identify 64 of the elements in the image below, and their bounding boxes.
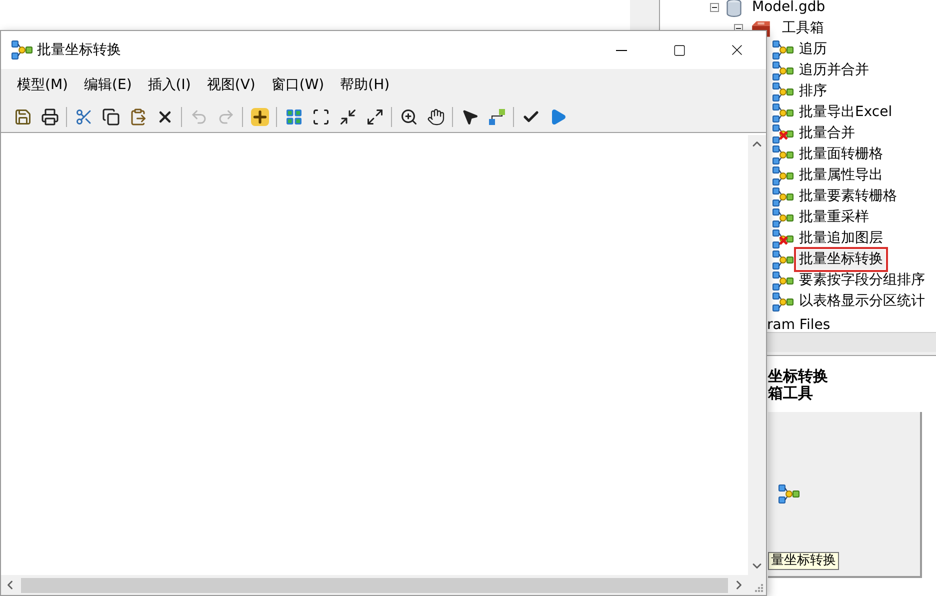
preview-title: 箱工具 bbox=[768, 385, 814, 402]
menu-item[interactable]: 窗口(W) bbox=[263, 74, 332, 96]
model-icon bbox=[772, 250, 794, 270]
tree-item[interactable]: 批量重采样 bbox=[797, 208, 871, 227]
menu-item[interactable]: 编辑(E) bbox=[76, 74, 140, 96]
model-icon bbox=[772, 186, 794, 206]
redo-icon bbox=[216, 108, 234, 126]
menu-item[interactable]: 视图(V) bbox=[198, 74, 264, 96]
paste-icon bbox=[128, 108, 146, 126]
model-icon bbox=[772, 270, 794, 290]
arrows-out-icon bbox=[366, 108, 384, 126]
pointer-icon bbox=[460, 108, 478, 126]
collapse-icon[interactable] bbox=[710, 3, 719, 12]
cut-icon bbox=[74, 108, 92, 126]
model-icon bbox=[772, 82, 794, 102]
tree-item[interactable]: Model.gdb bbox=[750, 0, 828, 17]
model-icon bbox=[772, 208, 794, 228]
tooltip: 量坐标转换 bbox=[768, 552, 839, 570]
tree-item[interactable]: 追历并合并 bbox=[797, 61, 871, 80]
scrollbar[interactable] bbox=[766, 332, 936, 352]
tree-item[interactable]: 工具箱 bbox=[780, 19, 826, 38]
hand-icon bbox=[426, 108, 444, 126]
model-error-icon bbox=[772, 228, 794, 248]
tree-item[interactable]: ram Files bbox=[767, 317, 830, 332]
tree-item[interactable]: 追历 bbox=[797, 40, 829, 59]
tree-item[interactable]: 批量属性导出 bbox=[797, 166, 885, 185]
tree-item[interactable]: 批量坐标转换 bbox=[797, 250, 885, 269]
grid-icon bbox=[284, 108, 302, 126]
model-icon bbox=[772, 166, 794, 186]
full-extent-icon bbox=[312, 108, 330, 126]
connect-icon bbox=[488, 108, 506, 126]
model-icon bbox=[772, 102, 794, 122]
model-icon bbox=[772, 60, 794, 80]
model-icon bbox=[11, 40, 33, 60]
menu-item[interactable]: 帮助(H) bbox=[332, 74, 398, 96]
model-icon bbox=[778, 484, 800, 504]
save-icon bbox=[14, 108, 32, 126]
copy-icon bbox=[102, 108, 120, 126]
model-icon bbox=[772, 40, 794, 60]
zoom-in-icon bbox=[400, 108, 418, 126]
window-title: 批量坐标转换 bbox=[37, 40, 121, 60]
tree-item[interactable]: 排序 bbox=[797, 82, 829, 101]
add-data-icon bbox=[250, 108, 268, 126]
vertical-scrollbar[interactable] bbox=[748, 135, 766, 575]
tree-item[interactable]: 以表格显示分区统计 bbox=[797, 292, 927, 311]
model-error-icon bbox=[772, 124, 794, 144]
tree-item[interactable]: 批量追加图层 bbox=[797, 229, 885, 248]
model-icon bbox=[772, 144, 794, 164]
maximize-icon bbox=[672, 44, 686, 56]
menu-item[interactable]: 模型(M) bbox=[9, 74, 76, 96]
tree-item[interactable]: 批量合并 bbox=[797, 124, 857, 143]
tree-item[interactable]: 批量要素转栅格 bbox=[797, 187, 899, 206]
undo-icon bbox=[190, 108, 208, 126]
resize-grip-icon[interactable] bbox=[754, 583, 764, 593]
print-icon bbox=[40, 108, 58, 126]
tree-item[interactable]: 批量面转栅格 bbox=[797, 145, 885, 164]
tree-item[interactable]: 要素按字段分组排序 bbox=[797, 271, 927, 290]
arrows-in-icon bbox=[338, 108, 356, 126]
database-icon bbox=[725, 0, 743, 16]
menu-item[interactable]: 插入(I) bbox=[140, 74, 199, 96]
model-icon bbox=[772, 292, 794, 312]
preview-title: 坐标转换 bbox=[768, 368, 829, 385]
tree-item[interactable]: 批量导出Excel bbox=[797, 103, 894, 122]
horizontal-scrollbar[interactable] bbox=[1, 575, 748, 595]
